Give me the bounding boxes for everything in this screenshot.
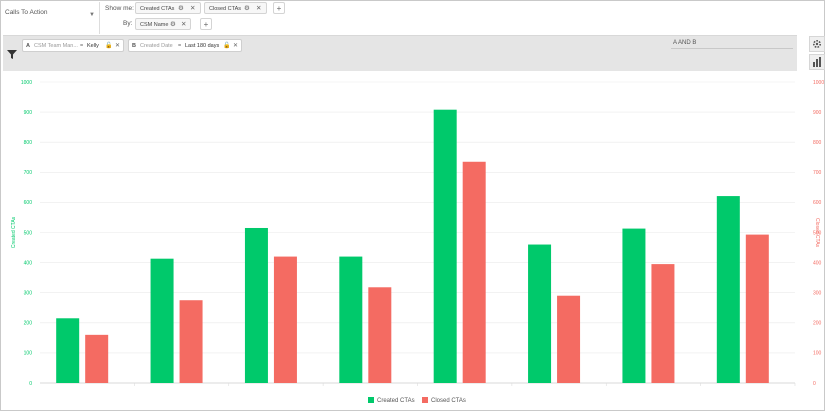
object-select[interactable]: Calls To Action ▼ — [5, 9, 97, 25]
y2-tick-label: 700 — [813, 170, 822, 176]
y-tick-label: 800 — [24, 140, 33, 146]
bar-created[interactable] — [716, 196, 740, 383]
chart-axes: 0 0100 100200 200300 300400 400500 500600 60070… — [21, 80, 824, 387]
lock-icon[interactable]: 🔓 — [223, 40, 230, 52]
plus-icon: + — [276, 4, 282, 13]
add-measure-button[interactable]: + — [273, 2, 285, 14]
chevron-down-icon: ▼ — [89, 12, 95, 18]
legend-swatch-closed[interactable] — [422, 397, 428, 403]
gear-icon[interactable]: ⚙ — [178, 3, 184, 15]
y2-tick-label: 0 — [813, 381, 816, 387]
bar-closed[interactable] — [85, 334, 109, 383]
close-icon[interactable]: ✕ — [190, 3, 195, 15]
chart-bars — [56, 109, 769, 383]
bar-closed[interactable] — [179, 300, 203, 383]
legend-swatch-created[interactable] — [368, 397, 374, 403]
y2-tick-label: 1000 — [813, 80, 824, 86]
filter-chip-a[interactable]: A CSM Team Man... = Kelly 🔓 ✕ — [22, 39, 124, 52]
filter-operator: = — [178, 43, 182, 49]
divider — [99, 2, 100, 34]
legend-label-closed[interactable]: Closed CTAs — [431, 398, 466, 404]
y2-tick-label: 900 — [813, 110, 822, 116]
filter-field: CSM Team Man... — [34, 43, 78, 49]
gear-icon — [812, 39, 822, 49]
bar-created[interactable] — [244, 227, 268, 383]
y-tick-label: 200 — [24, 321, 33, 327]
close-icon[interactable]: ✕ — [233, 40, 238, 52]
lock-icon[interactable]: 🔓 — [105, 40, 112, 52]
add-group-by-button[interactable]: + — [200, 18, 212, 30]
bar-closed[interactable] — [273, 256, 297, 383]
group-by-chip[interactable]: CSM Name ⚙ ✕ — [135, 18, 191, 30]
settings-button[interactable] — [809, 36, 825, 52]
filter-operator: = — [80, 43, 84, 49]
filter-bar: A CSM Team Man... = Kelly 🔓 ✕ B Created … — [3, 35, 797, 71]
legend-label-created[interactable]: Created CTAs — [377, 398, 415, 404]
close-icon[interactable]: ✕ — [256, 3, 261, 15]
bar-created[interactable] — [433, 109, 457, 383]
plus-icon: + — [203, 20, 209, 29]
close-icon[interactable]: ✕ — [181, 19, 186, 31]
bar-created[interactable] — [339, 256, 363, 383]
bar-closed[interactable] — [745, 234, 769, 383]
bar-chart-icon — [813, 57, 821, 67]
group-by-chip-label: CSM Name — [140, 22, 169, 28]
y-axis-title: Created CTAs — [11, 216, 17, 248]
measure-chip-closed[interactable]: Closed CTAs ⚙ ✕ — [204, 2, 267, 14]
filter-field: Created Date — [140, 43, 173, 49]
y2-tick-label: 400 — [813, 260, 822, 266]
y-tick-label: 1000 — [21, 80, 32, 86]
y-tick-label: 500 — [24, 230, 33, 236]
measure-chip-label: Created CTAs — [140, 6, 175, 12]
measure-chip-created[interactable]: Created CTAs ⚙ ✕ — [135, 2, 201, 14]
filter-logic-input[interactable] — [671, 48, 793, 49]
gear-icon[interactable]: ⚙ — [170, 19, 176, 31]
by-label: By: — [123, 20, 133, 27]
y2-tick-label: 800 — [813, 140, 822, 146]
report-config-bar: Calls To Action ▼ Show me: Created CTAs … — [1, 1, 824, 34]
y-tick-label: 600 — [24, 200, 33, 206]
bar-created[interactable] — [56, 318, 80, 383]
y2-tick-label: 100 — [813, 351, 822, 357]
gear-icon[interactable]: ⚙ — [244, 3, 250, 15]
chart-type-button[interactable] — [809, 54, 825, 70]
y2-axis-title: Closed CTAs — [814, 218, 820, 248]
y-tick-label: 0 — [29, 381, 32, 387]
bar-closed[interactable] — [651, 264, 675, 383]
y2-tick-label: 300 — [813, 291, 822, 297]
filter-chip-b[interactable]: B Created Date = Last 180 days 🔓 ✕ — [128, 39, 242, 52]
y2-tick-label: 600 — [813, 200, 822, 206]
funnel-icon[interactable] — [7, 50, 17, 59]
bar-created[interactable] — [150, 258, 174, 383]
bar-chart: 0 0100 100200 200300 300400 400500 500600 60070… — [11, 80, 824, 404]
filter-letter: A — [26, 43, 30, 49]
bar-created[interactable] — [622, 228, 646, 383]
bar-closed[interactable] — [368, 287, 392, 383]
show-me-label: Show me: — [105, 5, 134, 12]
measure-chip-label: Closed CTAs — [209, 6, 241, 12]
bar-closed[interactable] — [462, 161, 486, 383]
y-tick-label: 700 — [24, 170, 33, 176]
filter-letter: B — [132, 43, 136, 49]
chart-legend: Created CTAs Closed CTAs — [368, 397, 466, 404]
y-tick-label: 900 — [24, 110, 33, 116]
bar-created[interactable] — [528, 244, 552, 383]
close-icon[interactable]: ✕ — [115, 40, 120, 52]
y-tick-label: 100 — [24, 351, 33, 357]
y2-tick-label: 200 — [813, 321, 822, 327]
y-tick-label: 400 — [24, 260, 33, 266]
filter-logic: A AND B — [673, 40, 697, 46]
filter-value: Last 180 days — [185, 43, 220, 49]
bar-closed[interactable] — [557, 295, 581, 383]
y-tick-label: 300 — [24, 291, 33, 297]
filter-value: Kelly — [87, 43, 99, 49]
object-select-label: Calls To Action — [5, 9, 48, 16]
